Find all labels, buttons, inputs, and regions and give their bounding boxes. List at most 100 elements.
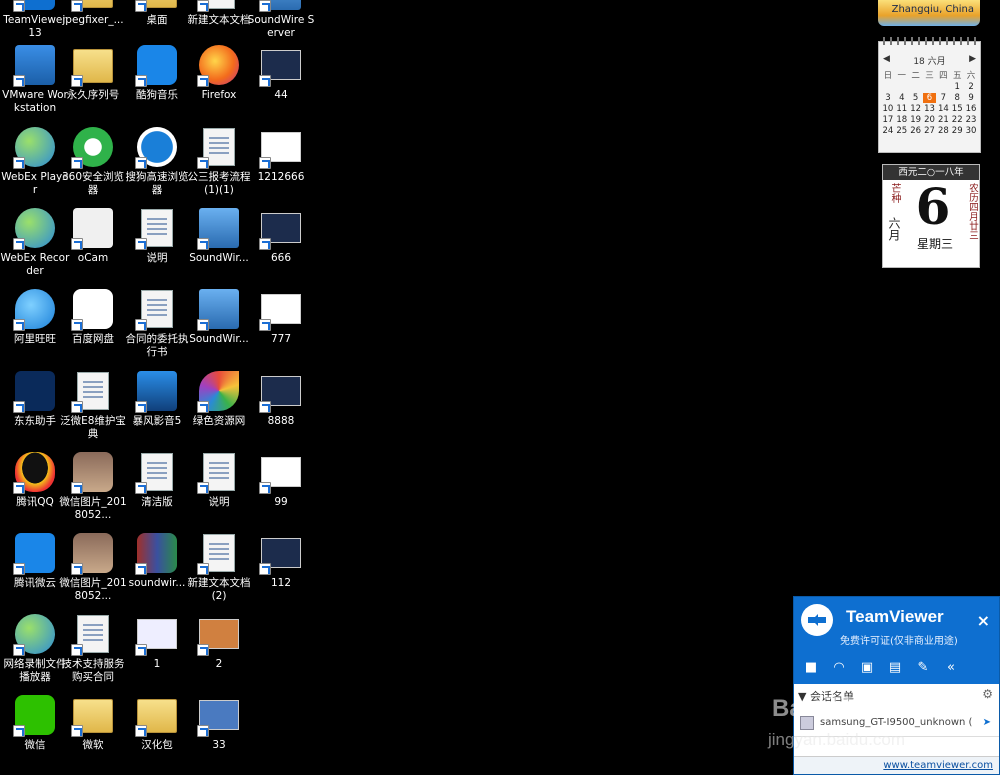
desktop-icon-label: 99 xyxy=(274,496,288,508)
calendar-day[interactable]: 29 xyxy=(950,126,964,136)
desktop-icon-label: 桌面 xyxy=(146,14,168,26)
shortcut-arrow-icon xyxy=(135,644,147,656)
desktop-icon[interactable]: SoundWir... xyxy=(186,289,252,346)
desktop-icon[interactable]: 777 xyxy=(248,289,314,346)
desktop-icon[interactable]: jpegfixer_... xyxy=(60,0,126,27)
desktop-icon[interactable]: 微软 xyxy=(60,695,126,752)
desktop-icon[interactable]: 8888 xyxy=(248,371,314,428)
desktop-icon[interactable]: 99 xyxy=(248,452,314,509)
desktop-icon[interactable]: 微信图片_2018052... xyxy=(59,452,127,522)
desktop-icon[interactable]: 百度网盘 xyxy=(60,289,126,346)
chat-icon[interactable]: ▣ xyxy=(858,659,876,677)
desktop-icon[interactable]: 666 xyxy=(248,208,314,265)
desktop-icon[interactable]: 公三报考流程(1)(1) xyxy=(186,127,252,197)
desktop-icon[interactable]: 桌面 xyxy=(124,0,190,27)
calendar-prev-icon[interactable]: ◀ xyxy=(883,54,890,67)
calendar-day[interactable]: 25 xyxy=(895,126,909,136)
calendar-day[interactable]: 4 xyxy=(895,93,909,103)
calendar-day[interactable]: 22 xyxy=(950,115,964,125)
desktop-icon[interactable]: 1 xyxy=(124,614,190,671)
calendar-day[interactable]: 14 xyxy=(936,104,950,114)
desktop-icon[interactable]: 清洁版 xyxy=(124,452,190,509)
calendar-day[interactable]: 21 xyxy=(936,115,950,125)
desktop-icon[interactable]: oCam xyxy=(60,208,126,265)
wechat-icon xyxy=(13,695,55,737)
soundwire-icon xyxy=(197,208,239,250)
files-icon[interactable]: ▤ xyxy=(886,659,904,677)
calendar-day[interactable]: 28 xyxy=(936,126,950,136)
shortcut-arrow-icon xyxy=(197,482,209,494)
aliwangwang-icon xyxy=(13,289,55,331)
headset-icon[interactable]: ◠ xyxy=(830,659,848,677)
desktop-icon[interactable]: 泛微E8维护宝典 xyxy=(60,371,126,441)
video-icon[interactable]: ■ xyxy=(802,659,820,677)
calendar-gadget[interactable]: ◀ 18 六月 ▶ 日一二三四五六 1 2 3 4 5 6 7 8 9 10 11 12 13 14 15 16… xyxy=(878,37,981,153)
desktop-icon[interactable]: SoundWir... xyxy=(186,208,252,265)
weather-gadget[interactable]: Zhangqiu, China xyxy=(878,0,980,26)
desktop-icon[interactable]: 新建文本文档 (2) xyxy=(186,533,252,603)
lunar-calendar-gadget[interactable]: 西元二○一八年 芒种 六月 6 星期三 农历四月廿三 xyxy=(882,164,980,268)
text-document-icon xyxy=(197,533,239,575)
ocam-icon xyxy=(71,208,113,250)
desktop-icon[interactable]: 新建文本文档 xyxy=(186,0,252,27)
shortcut-arrow-icon xyxy=(13,725,25,737)
calendar-day[interactable]: 16 xyxy=(964,104,978,114)
calendar-day[interactable]: 2 xyxy=(964,82,978,92)
desktop-icon[interactable]: soundwir... xyxy=(124,533,190,590)
calendar-next-icon[interactable]: ▶ xyxy=(969,54,976,67)
calendar-day[interactable]: 17 xyxy=(881,115,895,125)
desktop-icon[interactable]: 酷狗音乐 xyxy=(124,45,190,102)
tools-icon[interactable]: ✎ xyxy=(914,659,932,677)
desktop-icon[interactable]: 微信图片_2018052... xyxy=(59,533,127,603)
desktop-icon[interactable]: 技术支持服务购买合同 xyxy=(60,614,126,684)
calendar-day[interactable]: 11 xyxy=(895,104,909,114)
calendar-day[interactable]: 18 xyxy=(895,115,909,125)
calendar-day[interactable]: 20 xyxy=(923,115,937,125)
calendar-day[interactable]: 30 xyxy=(964,126,978,136)
desktop-icon[interactable]: 汉化包 xyxy=(124,695,190,752)
desktop-icon[interactable]: 112 xyxy=(248,533,314,590)
desktop-icon[interactable]: 说明 xyxy=(124,208,190,265)
gear-icon[interactable]: ⚙ xyxy=(982,687,993,701)
calendar-day[interactable]: 3 xyxy=(881,93,895,103)
calendar-day[interactable]: 19 xyxy=(909,115,923,125)
desktop-icon[interactable]: 44 xyxy=(248,45,314,102)
calendar-day[interactable]: 24 xyxy=(881,126,895,136)
calendar-day[interactable]: 1 xyxy=(950,82,964,92)
word-document-icon xyxy=(197,127,239,169)
desktop-icon[interactable]: 360安全浏览器 xyxy=(60,127,126,197)
desktop-icon[interactable]: 合同的委托执行书 xyxy=(124,289,190,359)
calendar-day[interactable]: 5 xyxy=(909,93,923,103)
calendar-day[interactable]: 12 xyxy=(909,104,923,114)
desktop-icon[interactable]: 1212666 xyxy=(248,127,314,184)
calendar-day[interactable]: 13 xyxy=(923,104,937,114)
desktop-icon[interactable]: 搜狗高速浏览器 xyxy=(124,127,190,197)
teamviewer-close-button[interactable]: × xyxy=(977,611,990,630)
teamviewer-website-link[interactable]: www.teamviewer.com xyxy=(794,756,999,774)
desktop-icon[interactable]: SoundWire Server xyxy=(248,0,314,40)
collapse-icon[interactable]: « xyxy=(942,659,960,677)
desktop-icon[interactable]: Firefox xyxy=(186,45,252,102)
calendar-day[interactable]: 6 xyxy=(922,93,937,103)
desktop-icon[interactable]: 永久序列号 xyxy=(60,45,126,102)
desktop-icon[interactable]: WebEx Recorder xyxy=(1,208,69,278)
calendar-day[interactable]: 8 xyxy=(950,93,964,103)
desktop-icon[interactable]: 说明 xyxy=(186,452,252,509)
calendar-day[interactable]: 23 xyxy=(964,115,978,125)
calendar-day[interactable]: 27 xyxy=(923,126,937,136)
desktop-icon[interactable]: 2 xyxy=(186,614,252,671)
teamviewer-icon xyxy=(13,0,55,12)
desktop-icon[interactable]: 暴风影音5 xyxy=(124,371,190,428)
calendar-day[interactable]: 9 xyxy=(964,93,978,103)
calendar-day[interactable]: 15 xyxy=(950,104,964,114)
image-thumbnail-icon xyxy=(259,127,301,169)
winrar-icon xyxy=(135,533,177,575)
desktop-icon[interactable]: 33 xyxy=(186,695,252,752)
calendar-day[interactable]: 10 xyxy=(881,104,895,114)
desktop-icon[interactable]: 绿色资源网 xyxy=(186,371,252,428)
cursor-arrow-icon[interactable]: ➤ xyxy=(983,717,991,728)
image-thumbnail-icon xyxy=(135,614,177,656)
desktop-icon[interactable]: VMware Workstation xyxy=(2,45,68,115)
calendar-day[interactable]: 7 xyxy=(936,93,950,103)
calendar-day[interactable]: 26 xyxy=(909,126,923,136)
